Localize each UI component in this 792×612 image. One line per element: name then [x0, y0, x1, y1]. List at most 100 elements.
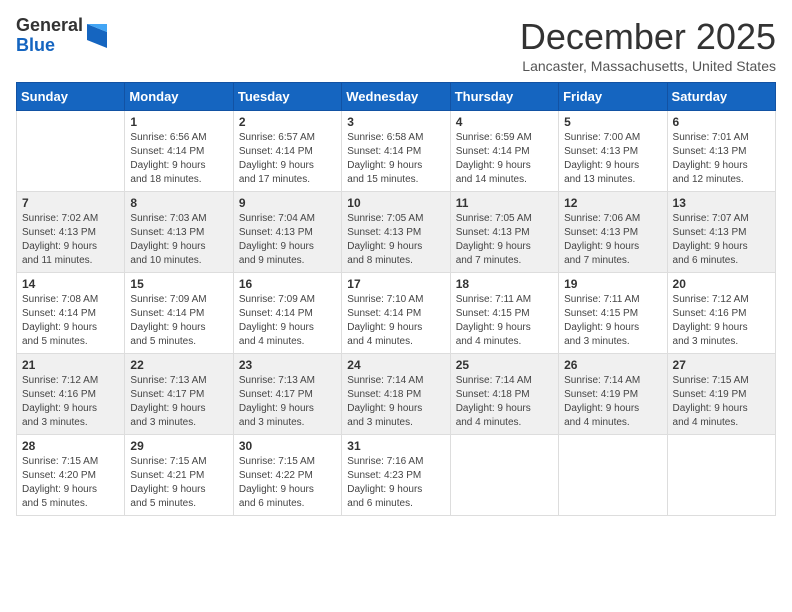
location: Lancaster, Massachusetts, United States	[520, 58, 776, 74]
day-info: Sunrise: 7:14 AM Sunset: 4:19 PM Dayligh…	[564, 374, 661, 430]
day-number: 3	[347, 115, 444, 129]
day-info: Sunrise: 7:08 AM Sunset: 4:14 PM Dayligh…	[22, 293, 119, 349]
day-number: 12	[564, 196, 661, 210]
day-number: 11	[456, 196, 553, 210]
calendar-cell: 5 Sunrise: 7:00 AM Sunset: 4:13 PM Daylig…	[559, 111, 667, 192]
day-header-friday: Friday	[559, 83, 667, 111]
title-block: December 2025 Lancaster, Massachusetts, …	[520, 16, 776, 74]
day-info: Sunrise: 7:12 AM Sunset: 4:16 PM Dayligh…	[22, 374, 119, 430]
day-info: Sunrise: 6:59 AM Sunset: 4:14 PM Dayligh…	[456, 131, 553, 187]
day-info: Sunrise: 6:56 AM Sunset: 4:14 PM Dayligh…	[130, 131, 227, 187]
calendar-cell: 6Sunrise: 7:01 AM Sunset: 4:13 PM Daylig…	[667, 111, 775, 192]
day-number: 2	[239, 115, 336, 129]
day-number: 27	[673, 358, 770, 372]
day-number: 25	[456, 358, 553, 372]
day-info: Sunrise: 7:11 AM Sunset: 4:15 PM Dayligh…	[456, 293, 553, 349]
day-info: Sunrise: 7:06 AM Sunset: 4:13 PM Dayligh…	[564, 212, 661, 268]
day-number: 15	[130, 277, 227, 291]
day-info: Sunrise: 7:00 AM Sunset: 4:13 PM Dayligh…	[564, 131, 661, 187]
calendar-cell	[450, 435, 558, 516]
calendar-table: SundayMondayTuesdayWednesdayThursdayFrid…	[16, 82, 776, 516]
day-info: Sunrise: 7:14 AM Sunset: 4:18 PM Dayligh…	[456, 374, 553, 430]
calendar-cell: 2 Sunrise: 6:57 AM Sunset: 4:14 PM Daylig…	[233, 111, 341, 192]
calendar-cell: 27 Sunrise: 7:15 AM Sunset: 4:19 PM Dayli…	[667, 354, 775, 435]
day-info: Sunrise: 7:11 AM Sunset: 4:15 PM Dayligh…	[564, 293, 661, 349]
day-header-monday: Monday	[125, 83, 233, 111]
calendar-week-row: 28 Sunrise: 7:15 AM Sunset: 4:20 PM Dayli…	[17, 435, 776, 516]
day-number: 1	[130, 115, 227, 129]
day-info: Sunrise: 7:09 AM Sunset: 4:14 PM Dayligh…	[130, 293, 227, 349]
day-number: 22	[130, 358, 227, 372]
calendar-cell	[17, 111, 125, 192]
day-number: 30	[239, 439, 336, 453]
logo-general: General	[16, 16, 83, 36]
logo-icon	[87, 24, 107, 48]
day-number: 10	[347, 196, 444, 210]
day-info: Sunrise: 7:02 AM Sunset: 4:13 PM Dayligh…	[22, 212, 119, 268]
day-info: Sunrise: 7:03 AM Sunset: 4:13 PM Dayligh…	[130, 212, 227, 268]
day-number: 24	[347, 358, 444, 372]
day-info: Sunrise: 7:05 AM Sunset: 4:13 PM Dayligh…	[456, 212, 553, 268]
day-number: 9	[239, 196, 336, 210]
calendar-cell: 13 Sunrise: 7:07 AM Sunset: 4:13 PM Dayli…	[667, 192, 775, 273]
calendar-cell: 9 Sunrise: 7:04 AM Sunset: 4:13 PM Daylig…	[233, 192, 341, 273]
calendar-cell: 19 Sunrise: 7:11 AM Sunset: 4:15 PM Dayli…	[559, 273, 667, 354]
day-info: Sunrise: 7:09 AM Sunset: 4:14 PM Dayligh…	[239, 293, 336, 349]
calendar-cell: 29 Sunrise: 7:15 AM Sunset: 4:21 PM Dayli…	[125, 435, 233, 516]
day-number: 18	[456, 277, 553, 291]
logo-blue: Blue	[16, 36, 83, 56]
day-header-tuesday: Tuesday	[233, 83, 341, 111]
day-info: Sunrise: 7:07 AM Sunset: 4:13 PM Dayligh…	[673, 212, 770, 268]
calendar-cell: 25 Sunrise: 7:14 AM Sunset: 4:18 PM Dayli…	[450, 354, 558, 435]
calendar-cell: 31Sunrise: 7:16 AM Sunset: 4:23 PM Dayli…	[342, 435, 450, 516]
calendar-cell: 21 Sunrise: 7:12 AM Sunset: 4:16 PM Dayli…	[17, 354, 125, 435]
day-info: Sunrise: 7:04 AM Sunset: 4:13 PM Dayligh…	[239, 212, 336, 268]
calendar-week-row: 21 Sunrise: 7:12 AM Sunset: 4:16 PM Dayli…	[17, 354, 776, 435]
day-header-sunday: Sunday	[17, 83, 125, 111]
day-number: 29	[130, 439, 227, 453]
day-info: Sunrise: 6:58 AM Sunset: 4:14 PM Dayligh…	[347, 131, 444, 187]
day-number: 21	[22, 358, 119, 372]
calendar-cell: 15 Sunrise: 7:09 AM Sunset: 4:14 PM Dayli…	[125, 273, 233, 354]
day-number: 19	[564, 277, 661, 291]
day-number: 5	[564, 115, 661, 129]
day-info: Sunrise: 7:15 AM Sunset: 4:21 PM Dayligh…	[130, 455, 227, 511]
calendar-week-row: 1 Sunrise: 6:56 AM Sunset: 4:14 PM Daylig…	[17, 111, 776, 192]
day-header-wednesday: Wednesday	[342, 83, 450, 111]
calendar-cell: 22 Sunrise: 7:13 AM Sunset: 4:17 PM Dayli…	[125, 354, 233, 435]
day-number: 16	[239, 277, 336, 291]
day-number: 14	[22, 277, 119, 291]
day-number: 6	[673, 115, 770, 129]
day-number: 17	[347, 277, 444, 291]
page-header: General Blue December 2025 Lancaster, Ma…	[16, 16, 776, 74]
calendar-cell: 24 Sunrise: 7:14 AM Sunset: 4:18 PM Dayli…	[342, 354, 450, 435]
month-title: December 2025	[520, 16, 776, 58]
day-number: 31	[347, 439, 444, 453]
day-number: 13	[673, 196, 770, 210]
day-info: Sunrise: 7:05 AM Sunset: 4:13 PM Dayligh…	[347, 212, 444, 268]
day-info: Sunrise: 7:14 AM Sunset: 4:18 PM Dayligh…	[347, 374, 444, 430]
day-info: Sunrise: 6:57 AM Sunset: 4:14 PM Dayligh…	[239, 131, 336, 187]
day-info: Sunrise: 7:15 AM Sunset: 4:20 PM Dayligh…	[22, 455, 119, 511]
day-info: Sunrise: 7:13 AM Sunset: 4:17 PM Dayligh…	[130, 374, 227, 430]
day-number: 26	[564, 358, 661, 372]
calendar-cell: 8 Sunrise: 7:03 AM Sunset: 4:13 PM Daylig…	[125, 192, 233, 273]
day-number: 20	[673, 277, 770, 291]
calendar-cell: 10 Sunrise: 7:05 AM Sunset: 4:13 PM Dayli…	[342, 192, 450, 273]
day-info: Sunrise: 7:13 AM Sunset: 4:17 PM Dayligh…	[239, 374, 336, 430]
calendar-cell: 11 Sunrise: 7:05 AM Sunset: 4:13 PM Dayli…	[450, 192, 558, 273]
calendar-cell: 23Sunrise: 7:13 AM Sunset: 4:17 PM Dayli…	[233, 354, 341, 435]
calendar-cell: 20Sunrise: 7:12 AM Sunset: 4:16 PM Dayli…	[667, 273, 775, 354]
calendar-header-row: SundayMondayTuesdayWednesdayThursdayFrid…	[17, 83, 776, 111]
day-info: Sunrise: 7:15 AM Sunset: 4:19 PM Dayligh…	[673, 374, 770, 430]
calendar-cell: 26 Sunrise: 7:14 AM Sunset: 4:19 PM Dayli…	[559, 354, 667, 435]
calendar-cell	[667, 435, 775, 516]
day-number: 4	[456, 115, 553, 129]
day-number: 8	[130, 196, 227, 210]
day-number: 7	[22, 196, 119, 210]
calendar-cell: 30Sunrise: 7:15 AM Sunset: 4:22 PM Dayli…	[233, 435, 341, 516]
calendar-cell: 3 Sunrise: 6:58 AM Sunset: 4:14 PM Daylig…	[342, 111, 450, 192]
calendar-cell	[559, 435, 667, 516]
day-number: 28	[22, 439, 119, 453]
calendar-cell: 7 Sunrise: 7:02 AM Sunset: 4:13 PM Daylig…	[17, 192, 125, 273]
